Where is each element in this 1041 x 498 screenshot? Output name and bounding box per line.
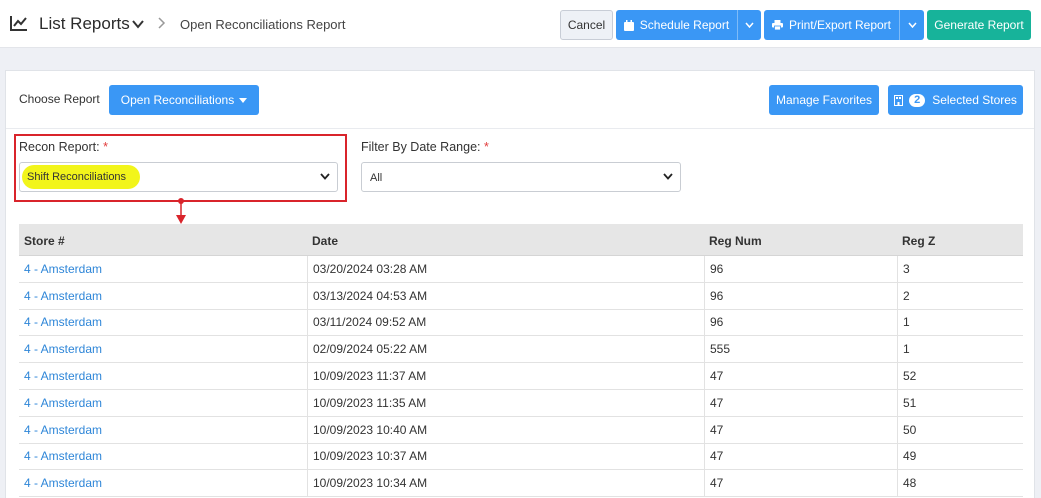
table-row: 4 - Amsterdam 10/09/2023 11:37 AM 47 52 [19,363,1023,390]
reg-num-cell: 96 [704,282,897,309]
top-bar: List Reports Open Reconciliations Report… [0,0,1041,48]
chevron-down-icon [663,173,673,180]
date-range-label: Filter By Date Range: * [361,140,489,154]
date-range-select[interactable]: All [361,162,681,192]
store-link[interactable]: 4 - Amsterdam [19,336,307,362]
column-header-date[interactable]: Date [312,234,338,248]
store-icon [894,94,904,106]
date-select-value: All [370,172,383,184]
date-label-text: Filter By Date Range: [361,140,481,154]
table-row: 4 - Amsterdam 03/20/2024 03:28 AM 96 3 [19,256,1023,283]
date-cell: 03/20/2024 03:28 AM [307,256,704,282]
date-cell: 02/09/2024 05:22 AM [307,336,704,363]
store-link[interactable]: 4 - Amsterdam [19,417,307,443]
reg-num-cell: 47 [704,470,897,497]
reg-num-cell: 555 [704,336,897,363]
date-cell: 10/09/2023 10:40 AM [307,416,704,443]
store-link[interactable]: 4 - Amsterdam [19,283,307,309]
store-link[interactable]: 4 - Amsterdam [19,310,307,336]
favorites-label: Manage Favorites [775,93,873,107]
annotation-arrow-icon [176,198,186,224]
table-row: 4 - Amsterdam 10/09/2023 11:35 AM 47 51 [19,389,1023,417]
date-cell: 03/13/2024 04:53 AM [307,282,704,309]
reg-num-cell: 47 [704,416,897,443]
reg-z-cell: 2 [897,282,1023,309]
report-type-dropdown[interactable]: Open Reconciliations [109,85,259,115]
store-link[interactable]: 4 - Amsterdam [19,256,307,282]
schedule-dropdown-toggle[interactable] [737,10,761,40]
chevron-right-icon [158,17,166,29]
reg-num-cell: 96 [704,309,897,336]
reg-num-cell: 47 [704,363,897,389]
store-link[interactable]: 4 - Amsterdam [19,444,307,470]
reg-z-cell: 3 [897,256,1023,282]
choose-report-label: Choose Report [19,92,100,106]
cancel-button[interactable]: Cancel [560,10,613,40]
reg-z-cell: 1 [897,336,1023,363]
reg-num-cell: 47 [704,389,897,416]
breadcrumb: Open Reconciliations Report [180,17,346,32]
selected-stores-button[interactable]: 2 Selected Stores [888,85,1023,115]
page-title: List Reports [39,14,130,33]
caret-down-icon [239,97,248,103]
calendar-icon [623,19,634,31]
print-export-button[interactable]: Print/Export Report [764,10,899,40]
chevron-down-icon[interactable] [131,17,145,31]
date-cell: 10/09/2023 10:37 AM [307,443,704,470]
date-cell: 10/09/2023 11:37 AM [307,363,704,389]
report-table: Store # Date Reg Num Reg Z 4 - Amsterdam… [19,224,1023,498]
table-row: 4 - Amsterdam 03/13/2024 04:53 AM 96 2 [19,282,1023,310]
table-row: 4 - Amsterdam 02/09/2024 05:22 AM 555 1 [19,336,1023,364]
reg-z-cell: 50 [897,416,1023,443]
reg-z-cell: 51 [897,389,1023,416]
manage-favorites-button[interactable]: Manage Favorites [769,85,879,115]
stores-count-badge: 2 [909,93,926,107]
table-row: 4 - Amsterdam 10/09/2023 10:34 AM 47 48 [19,470,1023,498]
reg-z-cell: 48 [897,470,1023,497]
reg-z-cell: 1 [897,309,1023,336]
reg-z-cell: 49 [897,443,1023,470]
date-cell: 03/11/2024 09:52 AM [307,309,704,336]
generate-label: Generate Report [934,18,1024,32]
stores-label: Selected Stores [932,93,1017,107]
store-link[interactable]: 4 - Amsterdam [19,363,307,389]
table-row: 4 - Amsterdam 10/09/2023 10:40 AM 47 50 [19,416,1023,444]
column-header-store[interactable]: Store # [24,234,65,248]
schedule-report-button[interactable]: Schedule Report [616,10,737,40]
cancel-label: Cancel [567,18,606,32]
required-mark: * [483,140,489,154]
table-header: Store # Date Reg Num Reg Z [19,224,1023,256]
reg-num-cell: 96 [704,256,897,282]
chevron-down-icon [745,22,754,28]
divider [6,128,1034,129]
print-dropdown-toggle[interactable] [899,10,924,40]
printer-icon [771,20,783,30]
table-row: 4 - Amsterdam 03/11/2024 09:52 AM 96 1 [19,309,1023,337]
annotation-box [14,134,347,202]
reg-z-cell: 52 [897,363,1023,389]
recon-select-value: Shift Reconciliations [27,171,127,183]
store-link[interactable]: 4 - Amsterdam [19,470,307,496]
chevron-down-icon [907,22,917,28]
reg-num-cell: 47 [704,443,897,470]
schedule-label: Schedule Report [639,18,730,32]
generate-report-button[interactable]: Generate Report [927,10,1031,40]
column-header-reg-num[interactable]: Reg Num [709,234,762,248]
date-cell: 10/09/2023 11:35 AM [307,389,704,416]
line-chart-icon [10,16,27,31]
date-cell: 10/09/2023 10:34 AM [307,470,704,497]
report-type-label: Open Reconciliations [120,93,235,107]
table-row: 4 - Amsterdam 10/09/2023 10:37 AM 47 49 [19,443,1023,471]
store-link[interactable]: 4 - Amsterdam [19,390,307,416]
column-header-reg-z[interactable]: Reg Z [902,234,935,248]
print-label: Print/Export Report [788,18,892,32]
